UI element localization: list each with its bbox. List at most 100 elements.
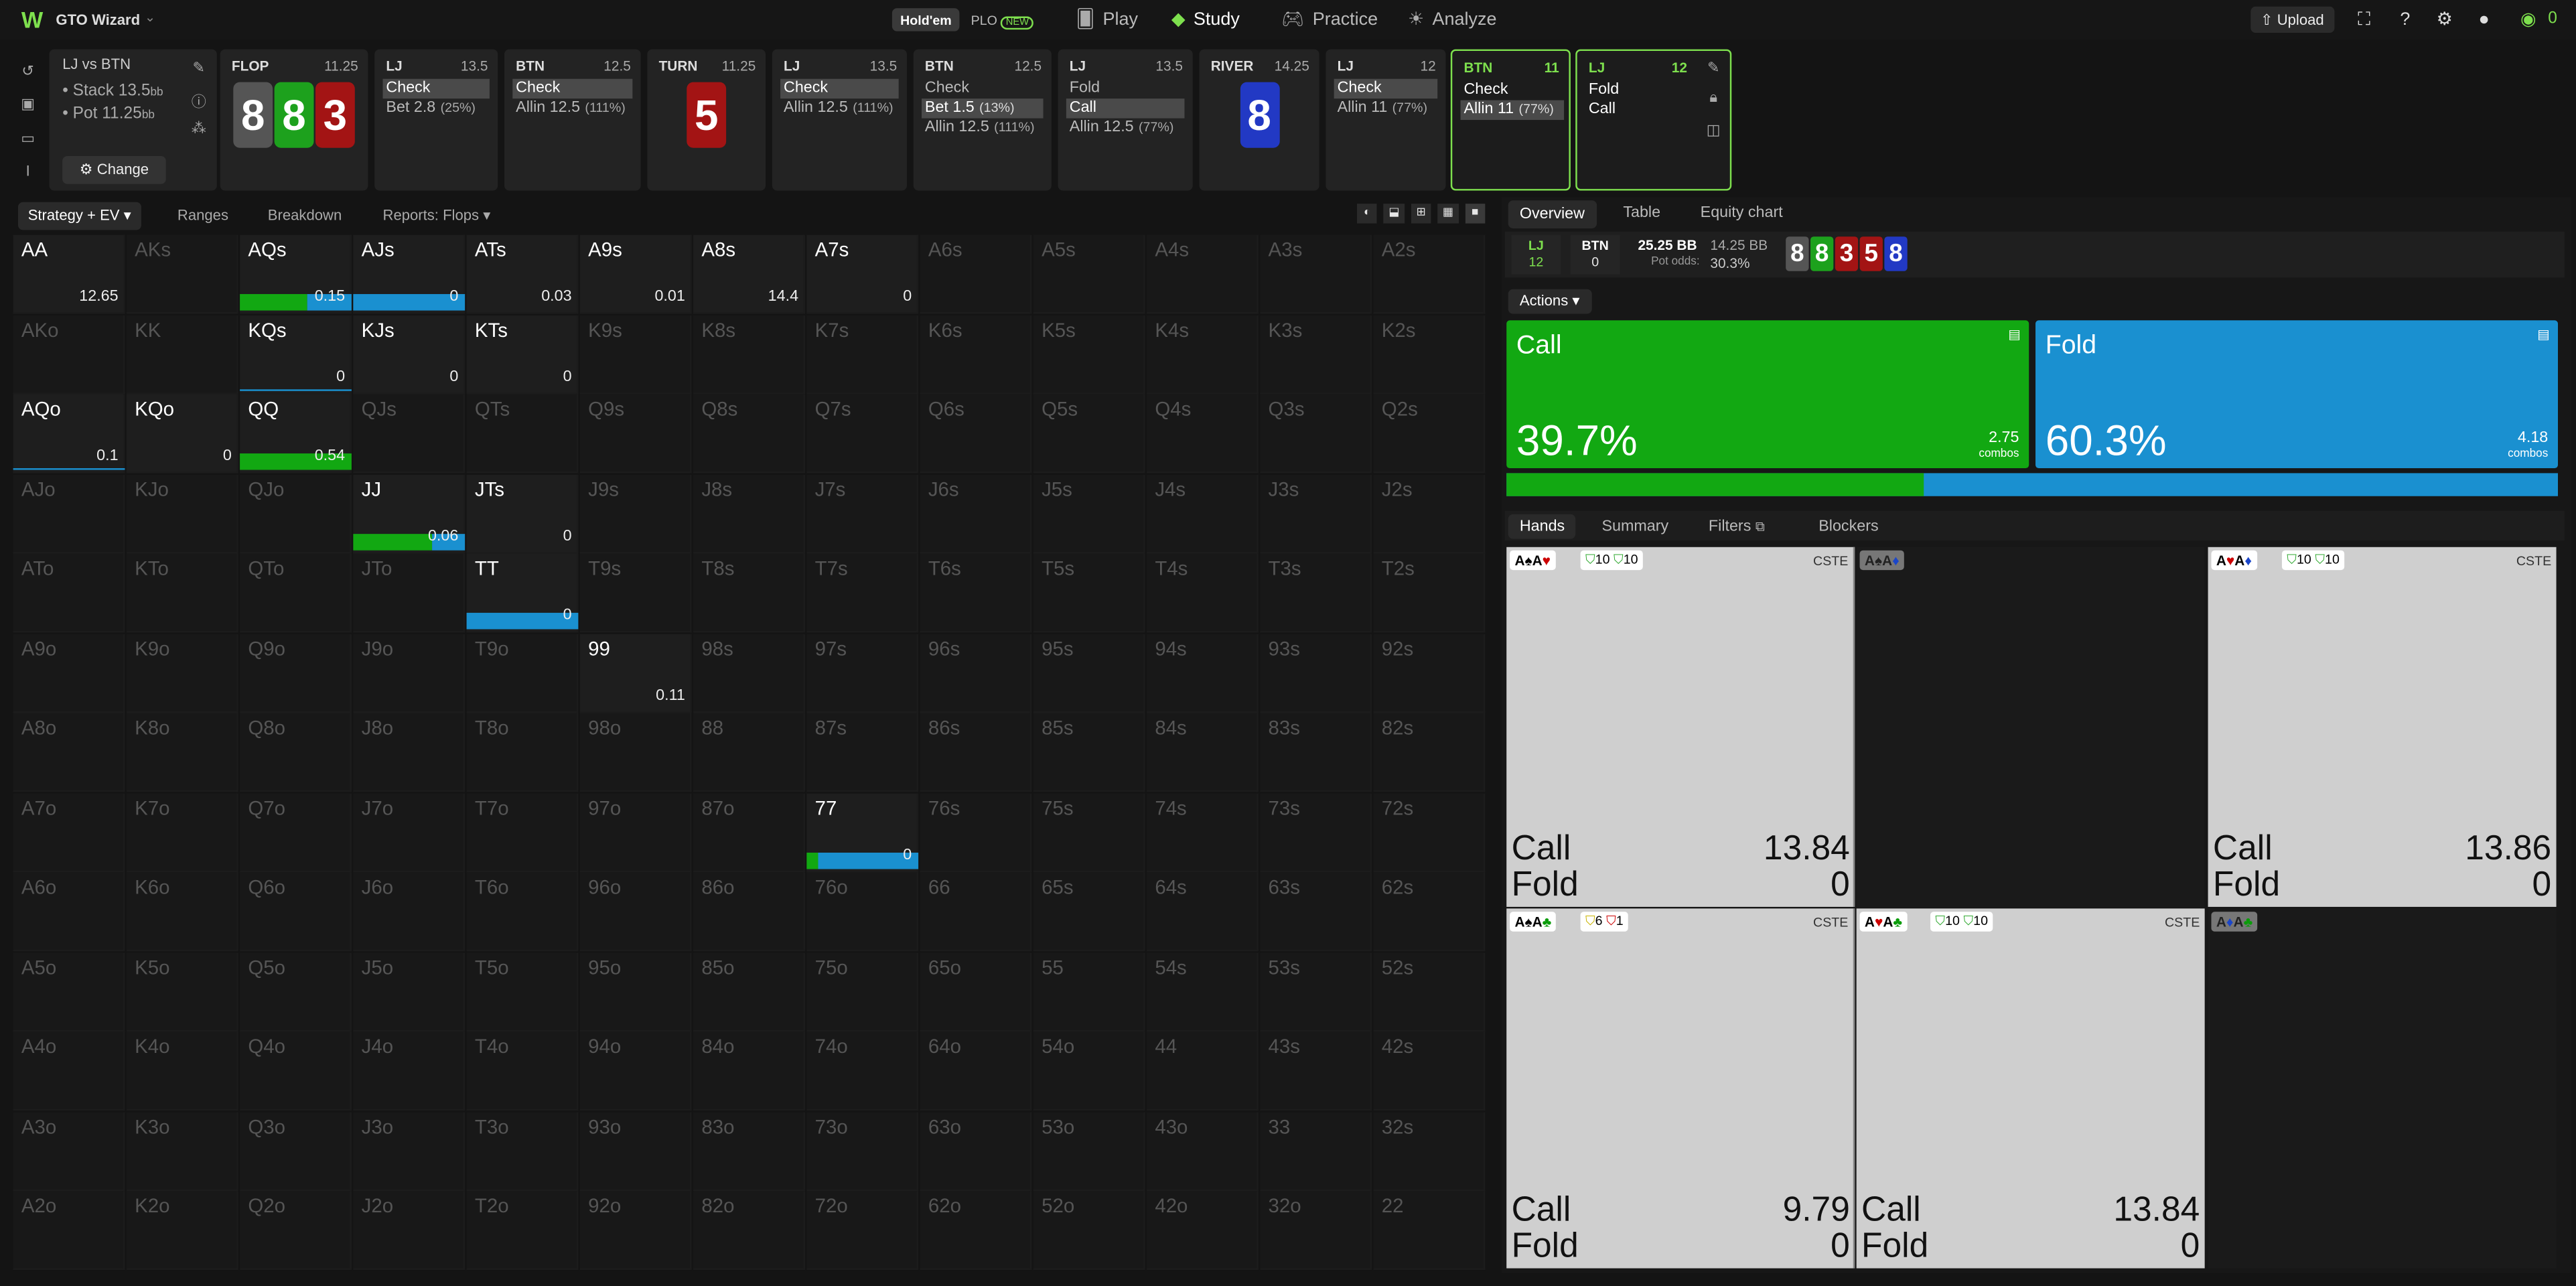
- hand-cell-A3o[interactable]: A3o: [13, 1111, 125, 1192]
- hand-cell-76o[interactable]: 76o: [806, 872, 919, 952]
- hand-cell-KQo[interactable]: KQo 0: [126, 394, 238, 474]
- hand-cell-22[interactable]: 22: [1373, 1191, 1486, 1271]
- share-icon[interactable]: ⁂: [189, 120, 208, 138]
- hand-cell-Q7o[interactable]: Q7o: [240, 792, 352, 873]
- hand-cell-J7s[interactable]: J7s: [806, 474, 919, 554]
- hand-cell-AJs[interactable]: AJs 0: [353, 234, 466, 315]
- hand-cell-K9s[interactable]: K9s: [579, 314, 692, 395]
- hand-cell-85o[interactable]: 85o: [693, 952, 805, 1032]
- hand-cell-53o[interactable]: 53o: [1033, 1111, 1145, 1192]
- hand-cell-K4o[interactable]: K4o: [126, 1031, 238, 1112]
- nav-play[interactable]: 🂠 Play: [1076, 8, 1138, 29]
- holdem-toggle[interactable]: Hold'em: [891, 8, 960, 31]
- hand-cell-Q5s[interactable]: Q5s: [1033, 394, 1145, 474]
- hand-cell-A8s[interactable]: A8s 14.4: [693, 234, 805, 315]
- action-option[interactable]: Allin 12.5 (77%): [1066, 119, 1185, 138]
- hand-cell-33[interactable]: 33: [1260, 1111, 1372, 1192]
- hand-cell-Q2o[interactable]: Q2o: [240, 1191, 352, 1271]
- hand-cell-A4o[interactable]: A4o: [13, 1031, 125, 1112]
- hand-cell-K5s[interactable]: K5s: [1033, 314, 1145, 395]
- action-panel[interactable]: LJ 13.5 Fold Call Allin 12.5 (77%): [1058, 49, 1193, 191]
- hand-cell-TT[interactable]: TT 0: [466, 553, 579, 634]
- hand-cell-93o[interactable]: 93o: [579, 1111, 692, 1192]
- hand-cell-J3o[interactable]: J3o: [353, 1111, 466, 1192]
- action-panel[interactable]: LJ 12 Fold Call ✎ 🔒︎ ◫: [1575, 49, 1732, 191]
- help-icon[interactable]: ?: [2394, 8, 2417, 31]
- hand-cell-T5o[interactable]: T5o: [466, 952, 579, 1032]
- action-option[interactable]: Allin 12.5 (111%): [512, 98, 632, 118]
- hand-cell-53s[interactable]: 53s: [1260, 952, 1372, 1032]
- action-option[interactable]: Allin 11 (77%): [1460, 100, 1565, 121]
- edit-icon[interactable]: ✎: [189, 59, 208, 77]
- hand-cell-95o[interactable]: 95o: [579, 952, 692, 1032]
- hand-cell-J6s[interactable]: J6s: [920, 474, 1032, 554]
- nav-practice[interactable]: 🎮︎ Practice: [1281, 8, 1378, 29]
- hand-cell-A7s[interactable]: A7s 0: [806, 234, 919, 315]
- hand-cell-KTo[interactable]: KTo: [126, 553, 238, 634]
- hand-cell-J5o[interactable]: J5o: [353, 952, 466, 1032]
- hand-cell-93s[interactable]: 93s: [1260, 633, 1372, 713]
- hand-cell-T5s[interactable]: T5s: [1033, 553, 1145, 634]
- hand-cell-T4o[interactable]: T4o: [466, 1031, 579, 1112]
- action-option[interactable]: Allin 12.5 (111%): [780, 98, 899, 118]
- nav-study[interactable]: ◆ Study: [1171, 8, 1240, 29]
- hand-cell-98s[interactable]: 98s: [693, 633, 805, 713]
- user-icon[interactable]: ●: [2472, 8, 2495, 31]
- hand-cell-62o[interactable]: 62o: [920, 1191, 1032, 1271]
- hand-combo-card[interactable]: A♠A♣ ⛉6 ⛉1 CSTE Call 9.79 Fold 0: [1506, 908, 1855, 1269]
- hand-cell-QJo[interactable]: QJo: [240, 474, 352, 554]
- hand-cell-K7s[interactable]: K7s: [806, 314, 919, 395]
- action-panel[interactable]: RIVER 14.25 8: [1199, 49, 1319, 191]
- chevron-down-icon[interactable]: ⌄: [145, 10, 155, 25]
- tab-blockers[interactable]: Blockers: [1818, 518, 1878, 536]
- hand-cell-K7o[interactable]: K7o: [126, 792, 238, 873]
- hand-cell-T6o[interactable]: T6o: [466, 872, 579, 952]
- hand-combo-card[interactable]: A♥A♣ ⛉10 ⛉10 CSTE Call 13.84 Fold 0: [1856, 908, 2205, 1269]
- action-option[interactable]: Fold: [1585, 80, 1692, 100]
- hand-cell-55[interactable]: 55: [1033, 952, 1145, 1032]
- hand-cell-AA[interactable]: AA 12.65: [13, 234, 125, 315]
- action-option[interactable]: Check: [512, 78, 633, 99]
- hand-cell-KTs[interactable]: KTs 0: [466, 314, 579, 395]
- hand-cell-63o[interactable]: 63o: [920, 1111, 1032, 1192]
- hand-cell-ATs[interactable]: ATs 0.03: [466, 234, 579, 315]
- hand-cell-QQ[interactable]: QQ 0.54: [240, 394, 352, 474]
- hand-combo-card[interactable]: A♦A♣: [2208, 908, 2557, 1269]
- hand-cell-A9o[interactable]: A9o: [13, 633, 125, 713]
- hand-cell-92s[interactable]: 92s: [1373, 633, 1486, 713]
- hand-cell-A4s[interactable]: A4s: [1147, 234, 1259, 315]
- hand-cell-96o[interactable]: 96o: [579, 872, 692, 952]
- action-panel[interactable]: LJ 13.5 Check Allin 12.5 (111%): [772, 49, 907, 191]
- save-icon[interactable]: ▣: [18, 95, 38, 113]
- hand-cell-Q8s[interactable]: Q8s: [693, 394, 805, 474]
- tab-strategy-ev[interactable]: Strategy + EV ▾: [17, 202, 141, 230]
- hand-cell-T8o[interactable]: T8o: [466, 713, 579, 793]
- hand-cell-J7o[interactable]: J7o: [353, 792, 466, 873]
- hand-cell-Q6s[interactable]: Q6s: [920, 394, 1032, 474]
- hand-cell-96s[interactable]: 96s: [920, 633, 1032, 713]
- hand-cell-J4s[interactable]: J4s: [1147, 474, 1259, 554]
- edit-icon[interactable]: ✎: [1704, 59, 1723, 77]
- tab-filters[interactable]: Filters ⧉: [1709, 518, 1765, 536]
- hand-cell-AKo[interactable]: AKo: [13, 314, 125, 395]
- hand-cell-85s[interactable]: 85s: [1033, 713, 1145, 793]
- hand-cell-63s[interactable]: 63s: [1260, 872, 1372, 952]
- action-panel[interactable]: LJ 13.5 Check Bet 2.8 (25%): [374, 49, 498, 191]
- hand-cell-KK[interactable]: KK: [126, 314, 238, 395]
- hand-cell-54s[interactable]: 54s: [1147, 952, 1259, 1032]
- hand-cell-J9o[interactable]: J9o: [353, 633, 466, 713]
- hand-cell-97o[interactable]: 97o: [579, 792, 692, 873]
- hand-cell-86s[interactable]: 86s: [920, 713, 1032, 793]
- hand-combo-card[interactable]: A♠A♦: [1856, 547, 2205, 907]
- notes-icon[interactable]: ▤: [2537, 327, 2550, 342]
- action-option[interactable]: Fold: [1066, 79, 1185, 98]
- hand-cell-83s[interactable]: 83s: [1260, 713, 1372, 793]
- hand-cell-65s[interactable]: 65s: [1033, 872, 1145, 952]
- hand-cell-K3o[interactable]: K3o: [126, 1111, 238, 1192]
- hand-cell-92o[interactable]: 92o: [579, 1191, 692, 1271]
- tab-ranges[interactable]: Ranges: [177, 207, 228, 224]
- hand-cell-32s[interactable]: 32s: [1373, 1111, 1486, 1192]
- hand-cell-T7s[interactable]: T7s: [806, 553, 919, 634]
- hand-cell-A5s[interactable]: A5s: [1033, 234, 1145, 315]
- nav-analyze[interactable]: ☀ Analyze: [1408, 8, 1496, 29]
